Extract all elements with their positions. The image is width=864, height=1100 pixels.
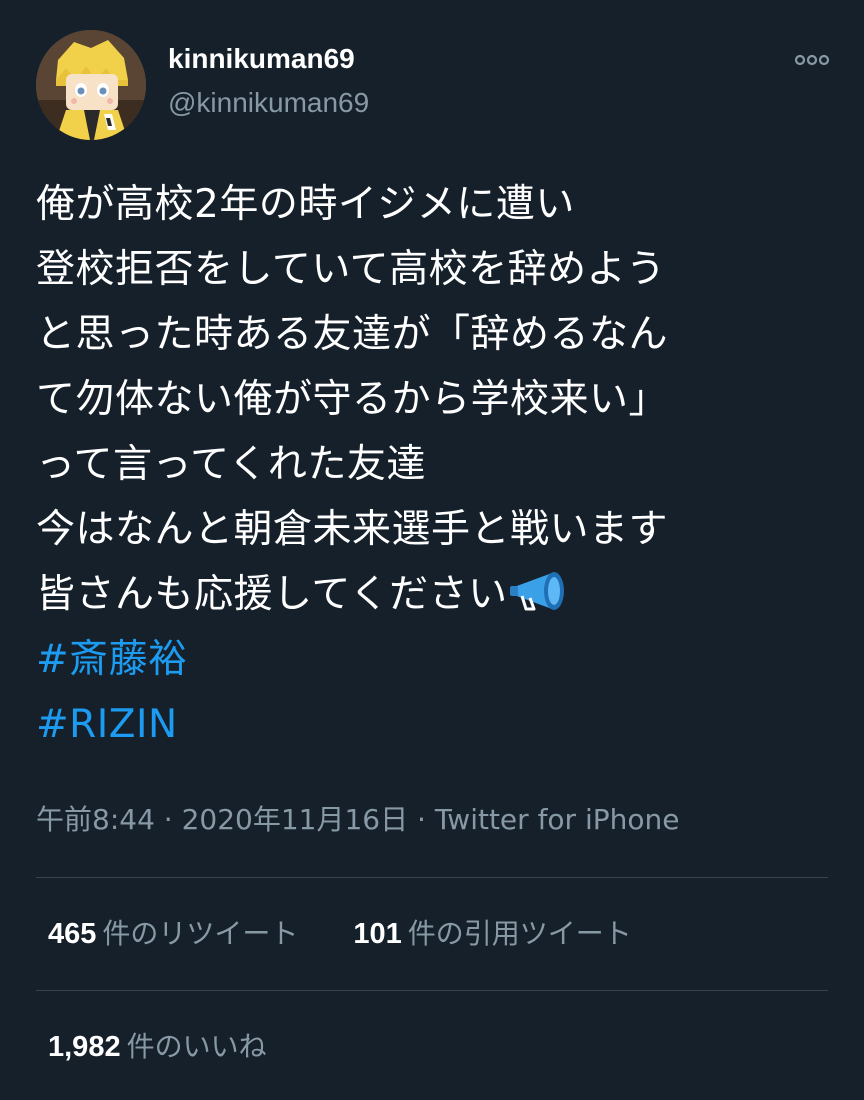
tweet-date[interactable]: 2020年11月16日: [182, 803, 409, 836]
quotes-label: 件の引用ツイート: [407, 917, 632, 950]
more-dots-icon: [794, 54, 830, 66]
more-options-button[interactable]: [792, 48, 832, 72]
tweet-line-with-emoji: 皆さんも応援してください: [36, 562, 826, 627]
hashtag-link[interactable]: #斎藤裕: [36, 627, 826, 692]
tweet-line: と思った時ある友達が「辞めるなん: [36, 312, 669, 357]
stats-row-shares: 465 件のリツイート 101 件の引用ツイート: [48, 914, 632, 954]
tweet-line: 俺が高校2年の時イジメに遭い: [36, 182, 575, 227]
user-names: kinnikuman69 @kinnikuman69: [168, 42, 369, 120]
retweets-label: 件のリツイート: [102, 917, 299, 950]
megaphone-icon: [509, 572, 564, 611]
likes-label: 件のいいね: [126, 1030, 267, 1063]
tweet-detail: kinnikuman69 @kinnikuman69 俺が高校2年の時イジメに遭…: [0, 0, 864, 1100]
likes-count: 1,982: [48, 1031, 121, 1063]
meta-separator: ·: [408, 803, 435, 836]
user-handle[interactable]: @kinnikuman69: [168, 86, 369, 120]
tweet-text: 俺が高校2年の時イジメに遭い 登校拒否をしていて高校を辞めよう と思った時ある友…: [36, 172, 826, 757]
retweets-stat[interactable]: 465 件のリツイート: [48, 914, 298, 954]
origami-character-avatar: [36, 30, 146, 140]
hashtag-link[interactable]: #RIZIN: [36, 692, 826, 757]
tweet-line: 皆さんも応援してください: [36, 572, 508, 617]
tweet-line: 登校拒否をしていて高校を辞めよう: [36, 247, 666, 292]
quotes-count: 101: [353, 918, 402, 950]
tweet-source[interactable]: Twitter for iPhone: [435, 803, 680, 836]
divider: [36, 877, 828, 878]
tweet-header: kinnikuman69 @kinnikuman69: [36, 28, 836, 140]
quotes-stat[interactable]: 101 件の引用ツイート: [353, 914, 631, 954]
stats-row-likes: 1,982 件のいいね: [48, 1027, 267, 1067]
likes-stat[interactable]: 1,982 件のいいね: [48, 1027, 267, 1067]
tweet-meta: 午前8:44 · 2020年11月16日 · Twitter for iPhon…: [36, 800, 680, 840]
tweet-line: って言ってくれた友達: [36, 442, 426, 487]
meta-separator: ·: [154, 803, 182, 836]
tweet-line: 今はなんと朝倉未来選手と戦います: [36, 507, 669, 552]
divider: [36, 990, 828, 991]
tweet-line: て勿体ない俺が守るから学校来い」: [36, 377, 669, 422]
avatar[interactable]: [36, 30, 146, 140]
retweets-count: 465: [48, 918, 97, 950]
display-name[interactable]: kinnikuman69: [168, 42, 369, 76]
tweet-time[interactable]: 午前8:44: [36, 803, 155, 836]
